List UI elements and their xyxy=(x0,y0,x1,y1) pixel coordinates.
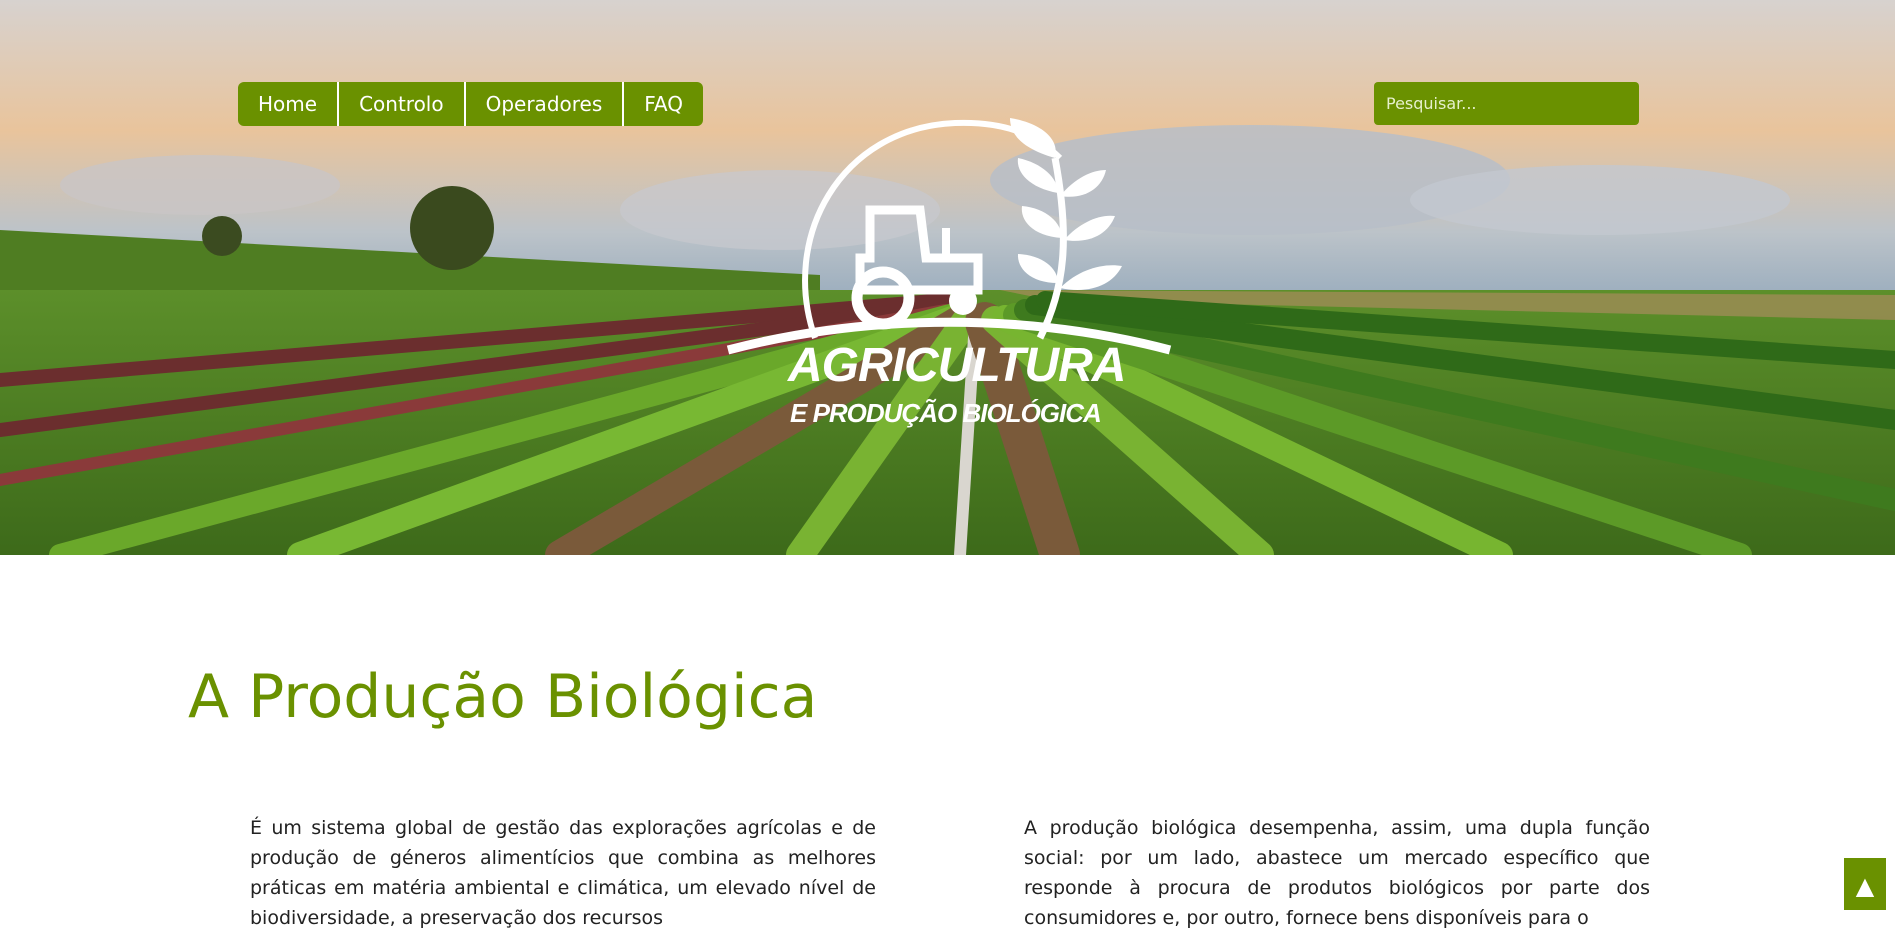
arrow-up-icon: ▲ xyxy=(1855,872,1875,900)
back-to-top-button[interactable]: ▲ xyxy=(1842,856,1888,912)
nav-controlo[interactable]: Controlo xyxy=(339,82,466,126)
leaf-icon xyxy=(1010,118,1122,340)
main-nav: Home Controlo Operadores FAQ xyxy=(238,82,704,126)
intro-paragraph-right: A produção biológica desempenha, assim, … xyxy=(1024,817,1650,929)
page-title: A Produção Biológica xyxy=(188,662,818,732)
intro-paragraph-left: É um sistema global de gestão das explor… xyxy=(250,817,876,929)
logo-subtitle: E PRODUÇÃO BIOLÓGICA xyxy=(790,398,1102,428)
nav-operadores[interactable]: Operadores xyxy=(466,82,625,126)
nav-home[interactable]: Home xyxy=(238,82,340,126)
tractor-icon xyxy=(851,205,983,330)
hero-banner: Home Controlo Operadores FAQ AGRICULTU xyxy=(0,0,1895,555)
nav-faq[interactable]: FAQ xyxy=(624,82,703,126)
search-input[interactable] xyxy=(1374,82,1639,125)
logo-title: AGRICULTURA xyxy=(788,339,1126,392)
